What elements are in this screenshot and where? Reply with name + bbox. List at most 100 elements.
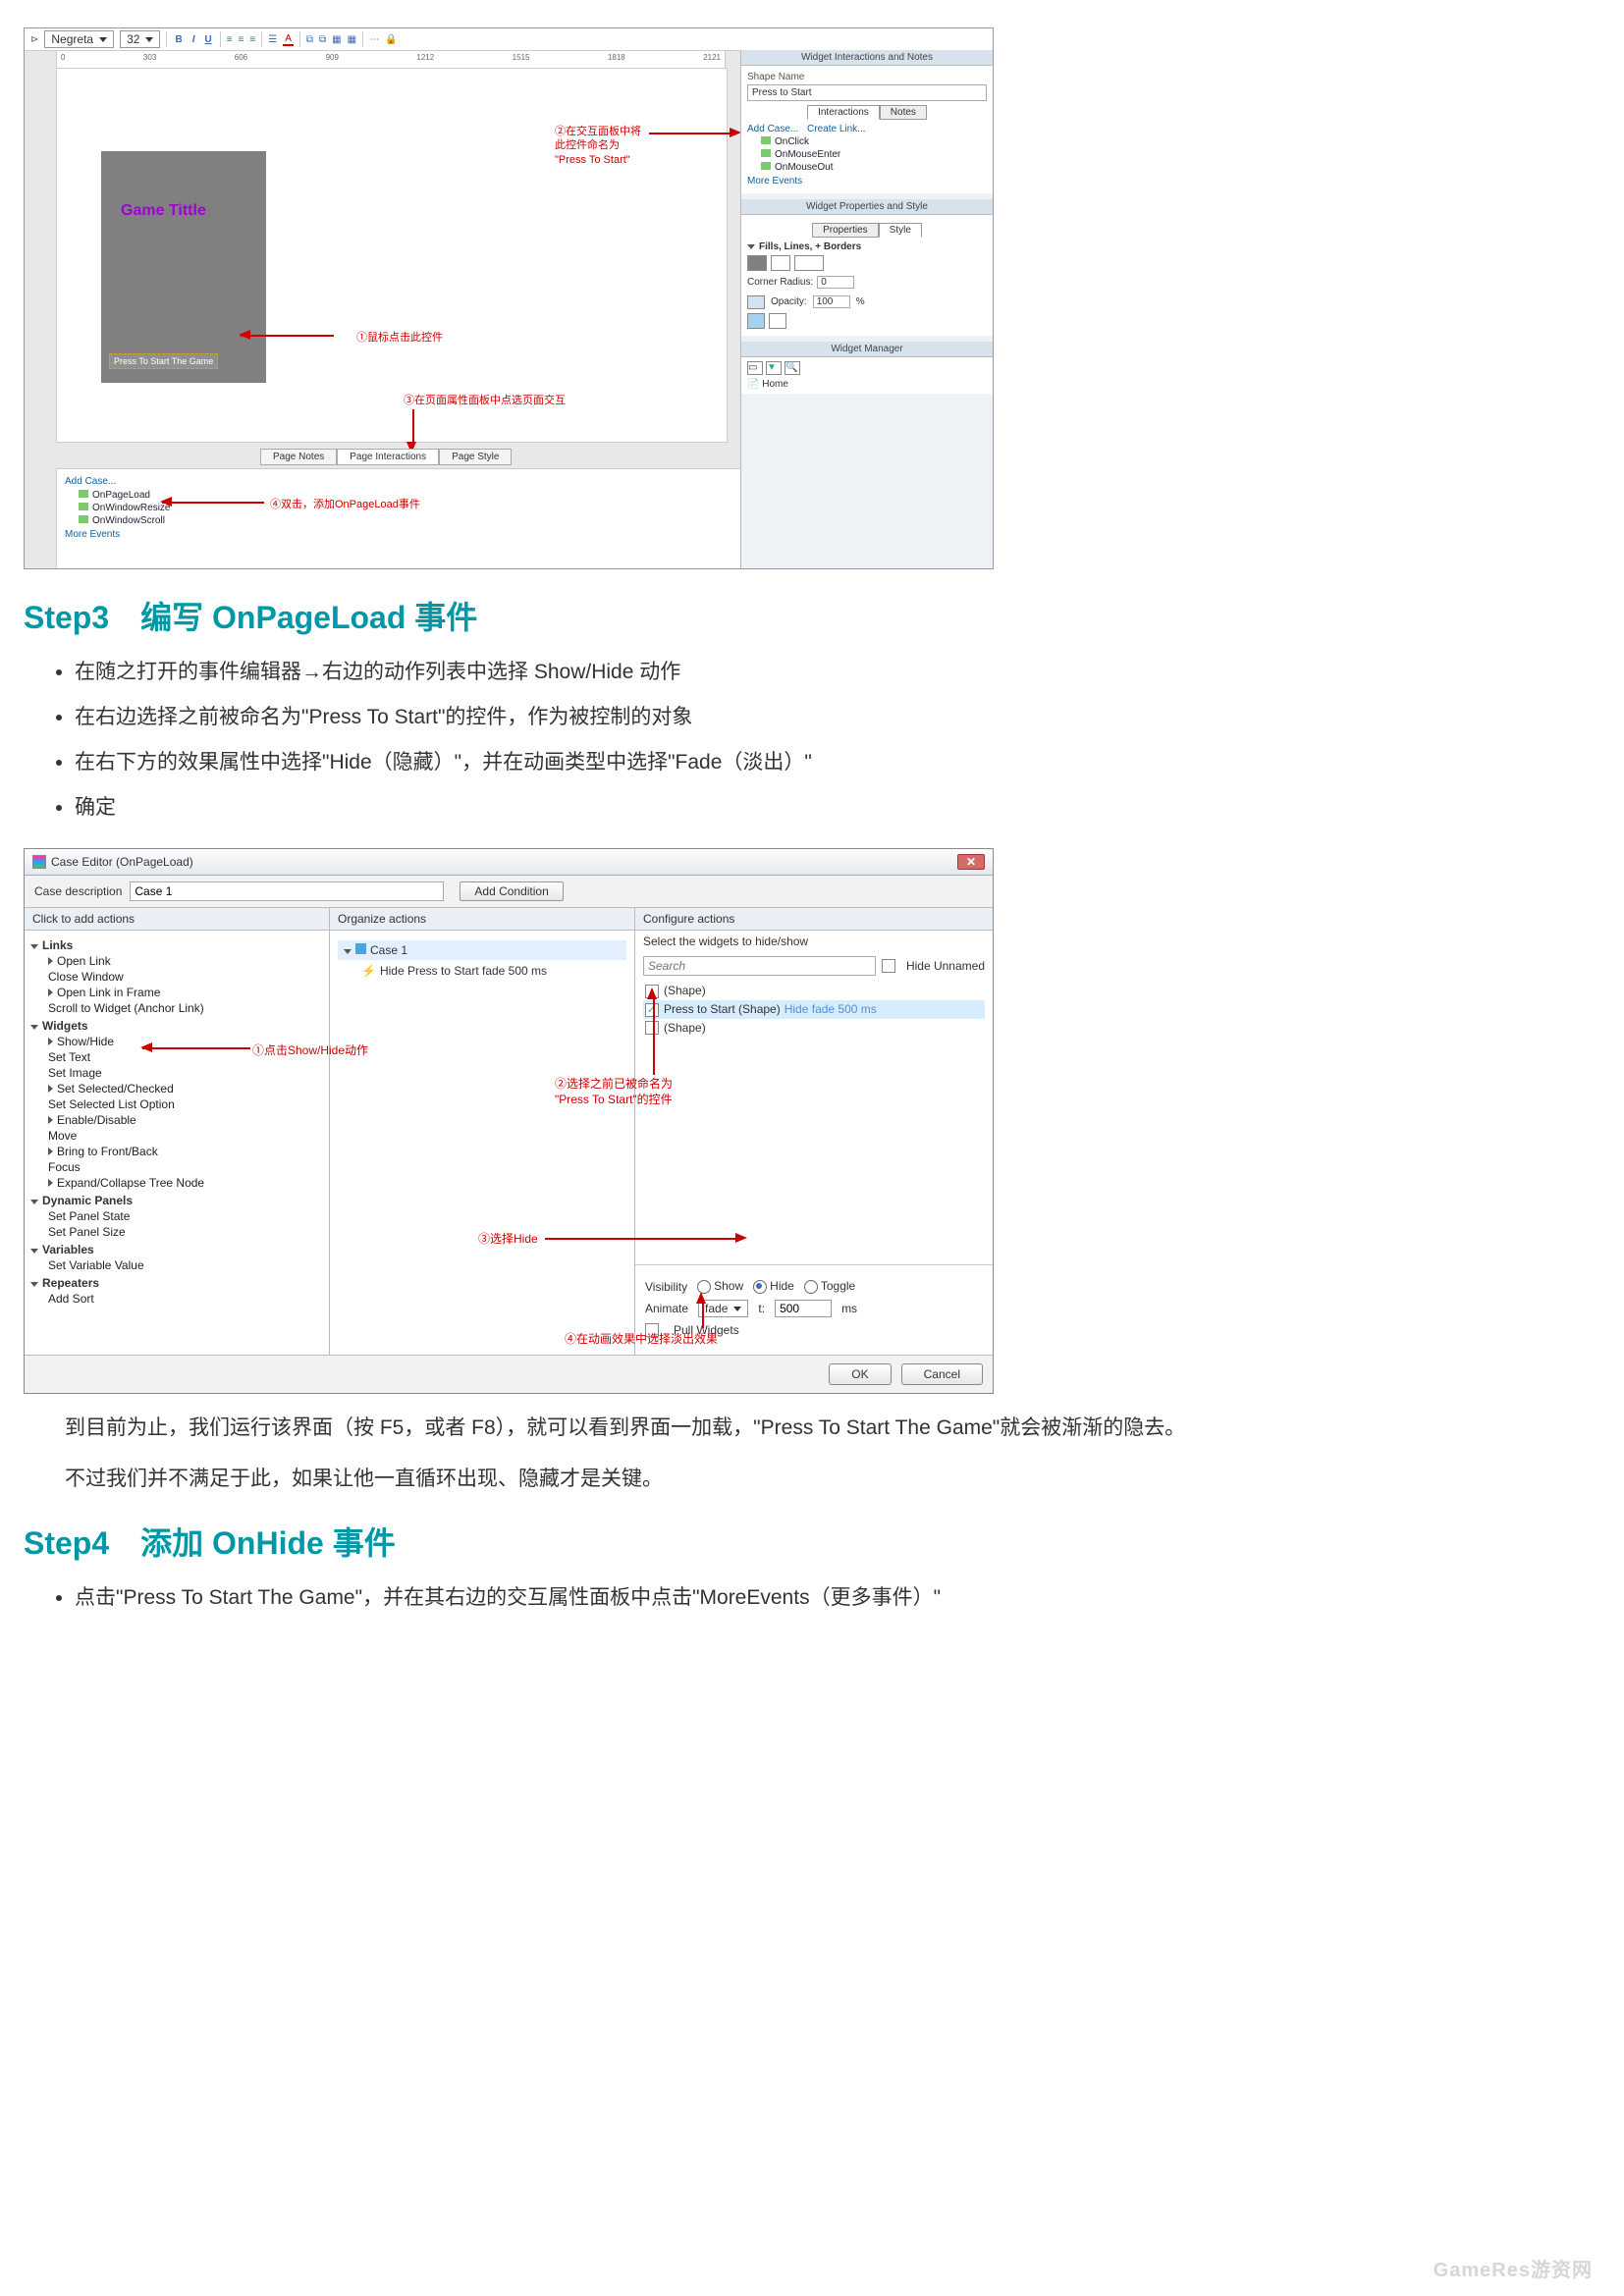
widget-search[interactable] [643, 956, 876, 976]
case-node[interactable]: Case 1 [338, 940, 626, 960]
tab-page-interactions[interactable]: Page Interactions [337, 449, 439, 465]
action-scroll-widget[interactable]: Scroll to Widget (Anchor Link) [48, 1001, 323, 1015]
action-open-link-frame[interactable]: Open Link in Frame [48, 986, 323, 999]
widget-row-selected[interactable]: Press to Start (Shape)Hide fade 500 ms [643, 1000, 985, 1019]
action-close-window[interactable]: Close Window [48, 970, 323, 984]
step3-b2: 在右边选择之前被命名为"Press To Start"的控件，作为被控制的对象 [75, 701, 1600, 730]
case-desc-field[interactable] [130, 881, 444, 901]
action-expand-tree[interactable]: Expand/Collapse Tree Node [48, 1176, 323, 1190]
group-dynamic-panels[interactable]: Dynamic Panels [42, 1194, 133, 1207]
paragraph-1: 到目前为止，我们运行该界面（按 F5，或者 F8），就可以看到界面一加载，"Pr… [24, 1412, 1600, 1445]
annotation-1: ①鼠标点击此控件 [339, 329, 443, 345]
t-field[interactable] [775, 1300, 832, 1317]
case-desc-label: Case description [34, 884, 122, 898]
tab-page-style[interactable]: Page Style [439, 449, 512, 465]
opacity-field[interactable]: 100 [813, 295, 850, 308]
shadow-icon[interactable] [747, 295, 765, 309]
hide-unnamed-checkbox[interactable] [882, 959, 895, 973]
action-set-variable[interactable]: Set Variable Value [48, 1258, 323, 1272]
action-set-panel-size[interactable]: Set Panel Size [48, 1225, 323, 1239]
widget-row[interactable]: (Shape) [643, 982, 985, 1000]
action-node[interactable]: ⚡Hide Press to Start fade 500 ms [361, 964, 626, 978]
font-selector[interactable]: Negreta [44, 30, 114, 48]
fill-swatch[interactable] [747, 255, 767, 271]
configure-column: Configure actions Select the widgets to … [635, 908, 993, 1355]
tab-page-notes[interactable]: Page Notes [260, 449, 337, 465]
tab-interactions[interactable]: Interactions [807, 105, 880, 120]
action-set-panel-state[interactable]: Set Panel State [48, 1209, 323, 1223]
event-onclick[interactable]: OnClick [761, 136, 987, 147]
action-move[interactable]: Move [48, 1129, 323, 1143]
opacity-unit: % [856, 296, 865, 307]
shape-name-field[interactable]: Press to Start [747, 84, 987, 101]
more-tools-icon[interactable]: ⋯ [369, 34, 379, 45]
border-style[interactable] [794, 255, 824, 271]
app-icon [32, 855, 46, 869]
radio-hide[interactable] [753, 1280, 767, 1294]
action-enable-disable[interactable]: Enable/Disable [48, 1113, 323, 1127]
tab-notes[interactable]: Notes [880, 105, 927, 120]
ok-button[interactable]: OK [829, 1363, 891, 1385]
widget-row[interactable]: (Shape) [643, 1019, 985, 1038]
tab-style[interactable]: Style [879, 223, 922, 238]
bold-button[interactable]: B [173, 34, 184, 45]
group-links[interactable]: Links [42, 938, 73, 952]
align-left-icon[interactable]: ≡ [227, 34, 233, 45]
action-set-image[interactable]: Set Image [48, 1066, 323, 1080]
corner-radius-field[interactable]: 0 [817, 276, 854, 289]
group-widgets[interactable]: Widgets [42, 1019, 88, 1033]
inner-shadow-icon[interactable] [769, 313, 786, 329]
line-swatch[interactable] [771, 255, 790, 271]
wm-tool-icon[interactable]: ▭ [747, 361, 763, 375]
action-set-selected[interactable]: Set Selected/Checked [48, 1082, 323, 1095]
wm-tool-icon[interactable]: ▼ [766, 361, 782, 375]
font-color-icon[interactable]: A [283, 33, 294, 46]
lock-icon[interactable]: 🔒 [385, 34, 397, 45]
page-bottom-tabs: Page Notes Page Interactions Page Style [260, 449, 512, 465]
panel-head-wm: Widget Manager [741, 342, 993, 357]
more-events-link2[interactable]: More Events [747, 176, 987, 187]
action-bring-front[interactable]: Bring to Front/Back [48, 1145, 323, 1158]
corner-radius-label: Corner Radius: [747, 277, 813, 288]
paste-icon[interactable]: ⧉ [319, 34, 326, 45]
game-panel[interactable]: Game Tittle Press To Start The Game [101, 151, 266, 383]
event-onwindowscroll[interactable]: OnWindowScroll [79, 515, 734, 526]
press-to-start-widget[interactable]: Press To Start The Game [109, 353, 218, 369]
outer-shadow-icon[interactable] [747, 313, 765, 329]
s2-anno1: ①点击Show/Hide动作 [252, 1041, 368, 1058]
page-interactions-pane: Add Case... OnPageLoad OnWindowResize On… [56, 468, 743, 569]
font-size[interactable]: 32 [120, 30, 160, 48]
action-set-list-option[interactable]: Set Selected List Option [48, 1097, 323, 1111]
group-repeaters[interactable]: Repeaters [42, 1276, 99, 1290]
group-icon[interactable]: ▦ [332, 34, 341, 45]
align-right-icon[interactable]: ≡ [249, 34, 255, 45]
action-add-sort[interactable]: Add Sort [48, 1292, 323, 1306]
t-unit: ms [841, 1302, 857, 1315]
radio-toggle[interactable] [804, 1280, 818, 1294]
wm-search-icon[interactable]: 🔍 [785, 361, 800, 375]
add-condition-button[interactable]: Add Condition [460, 881, 563, 901]
close-button[interactable]: ✕ [957, 854, 985, 870]
add-case-link[interactable]: Add Case... [65, 476, 734, 487]
create-link[interactable]: Create Link... [807, 124, 865, 134]
cancel-button[interactable]: Cancel [901, 1363, 983, 1385]
event-onmouseout[interactable]: OnMouseOut [761, 162, 987, 173]
tab-properties[interactable]: Properties [812, 223, 879, 238]
shape-name-label: Shape Name [747, 72, 987, 82]
group-variables[interactable]: Variables [42, 1243, 94, 1256]
align-center-icon[interactable]: ≡ [239, 34, 244, 45]
underline-button[interactable]: U [202, 34, 213, 45]
add-case-link2[interactable]: Add Case... [747, 124, 798, 134]
action-open-link[interactable]: Open Link [48, 954, 323, 968]
fills-group-label[interactable]: Fills, Lines, + Borders [759, 241, 861, 252]
italic-button[interactable]: I [190, 34, 197, 45]
wm-item-home[interactable]: 📄 Home [747, 379, 987, 390]
more-events-link[interactable]: More Events [65, 529, 734, 540]
event-onmouseenter[interactable]: OnMouseEnter [761, 149, 987, 160]
col3-header: Configure actions [635, 908, 993, 931]
list-icon[interactable]: ☰ [268, 34, 277, 45]
actions-column: Click to add actions Links Open Link Clo… [25, 908, 330, 1355]
action-focus[interactable]: Focus [48, 1160, 323, 1174]
copy-icon[interactable]: ⧉ [306, 34, 313, 45]
ungroup-icon[interactable]: ▦ [348, 34, 356, 45]
